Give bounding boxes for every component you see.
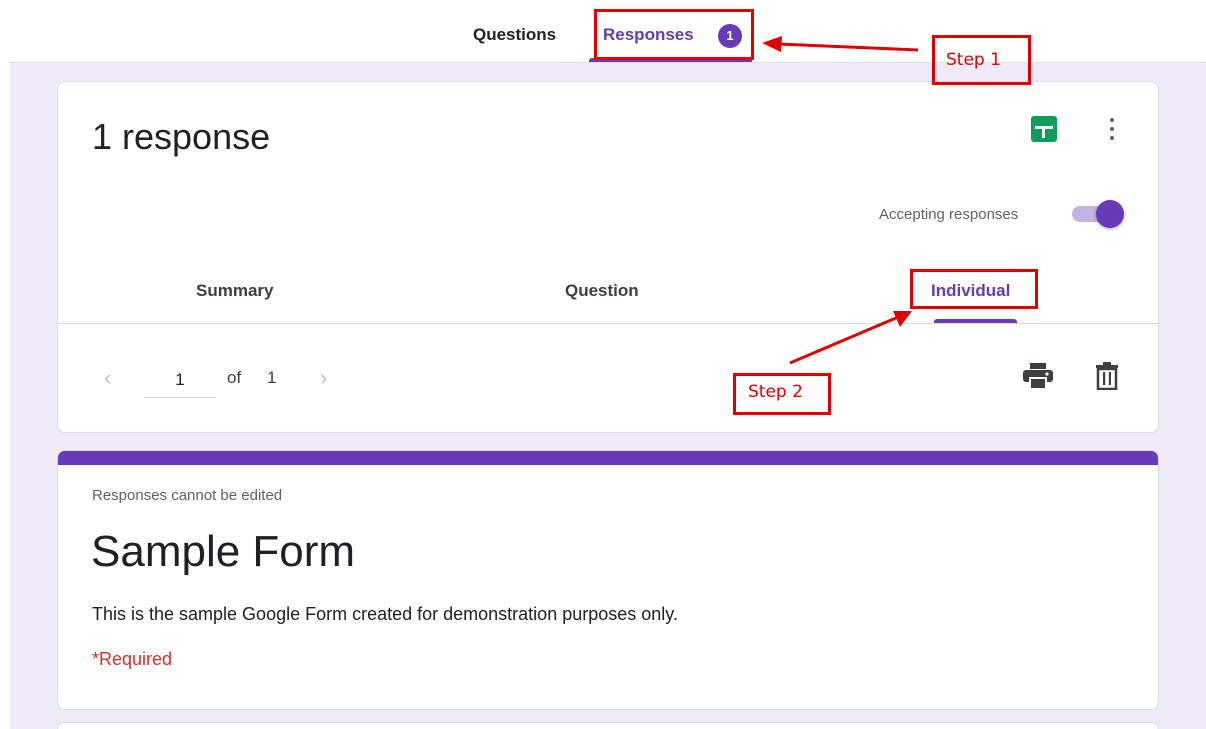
form-accent-band (58, 451, 1158, 465)
responses-note: Responses cannot be edited (92, 487, 283, 504)
accepting-responses-toggle[interactable] (1070, 199, 1126, 229)
chevron-right-icon[interactable]: › (320, 365, 327, 391)
response-page-input[interactable]: 1 (144, 362, 216, 398)
highlight-individual-tab (910, 269, 1038, 309)
form-header-card: Responses cannot be edited Sample Form T… (57, 450, 1159, 710)
responses-summary-card: 1 response Accepting responses Summary Q… (57, 81, 1159, 433)
form-description: This is the sample Google Form created f… (92, 604, 678, 624)
trash-icon[interactable] (1094, 362, 1120, 390)
card-divider (58, 323, 1158, 324)
pager-total: 1 (267, 368, 277, 387)
step1-label: Step 1 (946, 50, 1001, 70)
chevron-left-icon[interactable]: ‹ (104, 365, 111, 391)
next-card-edge (57, 722, 1159, 729)
more-vert-icon[interactable] (1104, 116, 1120, 142)
sheets-icon[interactable] (1031, 116, 1057, 142)
tab-question[interactable]: Question (565, 281, 639, 301)
step2-label: Step 2 (748, 382, 803, 402)
tab-questions[interactable]: Questions (473, 25, 556, 45)
accepting-responses-label: Accepting responses (879, 206, 1019, 223)
required-note: *Required (92, 649, 173, 669)
pager-of-label: of (227, 368, 242, 387)
highlight-responses-tab (594, 9, 754, 60)
form-title: Sample Form (91, 527, 356, 576)
response-count-title: 1 response (92, 116, 271, 157)
tab-summary[interactable]: Summary (196, 281, 273, 301)
print-icon[interactable] (1022, 362, 1054, 390)
